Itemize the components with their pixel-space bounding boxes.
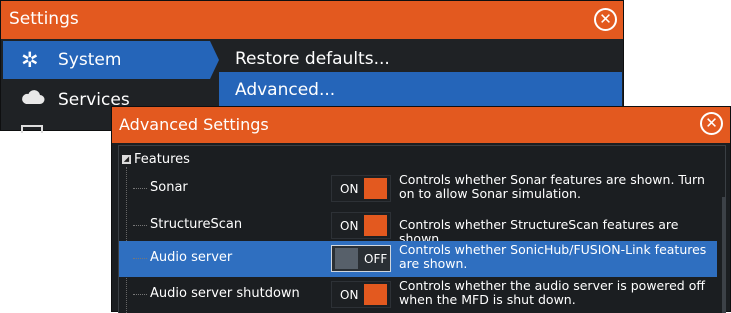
sidebar-item-system-label: System — [58, 50, 122, 70]
toggle-state: OFF — [364, 252, 388, 266]
close-icon: ✕ — [705, 114, 718, 132]
scrollbar[interactable] — [722, 197, 726, 313]
menu-item-advanced[interactable]: Advanced... — [219, 72, 622, 108]
tree-branch — [133, 188, 147, 189]
selection-arrow — [210, 41, 219, 79]
toggle-state: ON — [340, 219, 359, 233]
setting-row-structurescan[interactable]: StructureScan ON Controls whether Struct… — [119, 208, 717, 246]
audio-server-shutdown-toggle[interactable]: ON — [331, 281, 391, 308]
setting-row-sonar[interactable]: Sonar ON Controls whether Sonar features… — [119, 171, 717, 207]
sonar-toggle[interactable]: ON — [331, 175, 391, 202]
setting-row-audio-server-shutdown[interactable]: Audio server shutdown ON Controls whethe… — [119, 277, 717, 313]
tree-branch — [133, 294, 147, 295]
setting-description: Controls whether the audio server is pow… — [399, 278, 705, 307]
settings-close-button[interactable]: ✕ — [594, 8, 617, 31]
advanced-close-button[interactable]: ✕ — [700, 112, 723, 135]
toggle-knob — [364, 284, 387, 305]
collapse-icon[interactable]: ◢ — [122, 155, 131, 164]
toggle-knob — [335, 248, 358, 269]
advanced-settings-dialog: Advanced Settings ✕ ◢ Features Sonar ON … — [111, 106, 731, 313]
settings-title: Settings — [9, 9, 79, 29]
toggle-knob — [364, 215, 387, 236]
structurescan-toggle[interactable]: ON — [331, 212, 391, 239]
gear-icon: ✲ — [21, 48, 39, 72]
toggle-state: ON — [340, 182, 359, 196]
tree-branch — [133, 258, 147, 259]
setting-label: Audio server shutdown — [150, 286, 300, 301]
settings-titlebar — [1, 1, 623, 39]
advanced-title: Advanced Settings — [119, 115, 269, 134]
audio-server-toggle[interactable]: OFF — [331, 245, 391, 272]
setting-description: Controls whether SonicHub/FUSION-Link fe… — [399, 242, 707, 271]
setting-label: Sonar — [150, 180, 188, 195]
close-icon: ✕ — [599, 10, 612, 28]
setting-description: Controls whether Sonar features are show… — [399, 172, 705, 201]
setting-label: StructureScan — [150, 217, 243, 232]
sidebar-item-icon-partial — [21, 125, 43, 133]
features-group-label: Features — [134, 152, 190, 167]
tree-branch — [133, 225, 147, 226]
setting-row-audio-server[interactable]: Audio server OFF Controls whether SonicH… — [119, 241, 717, 277]
setting-label: Audio server — [150, 250, 233, 265]
cloud-icon — [22, 90, 45, 104]
toggle-knob — [364, 178, 387, 199]
toggle-state: ON — [340, 288, 359, 302]
